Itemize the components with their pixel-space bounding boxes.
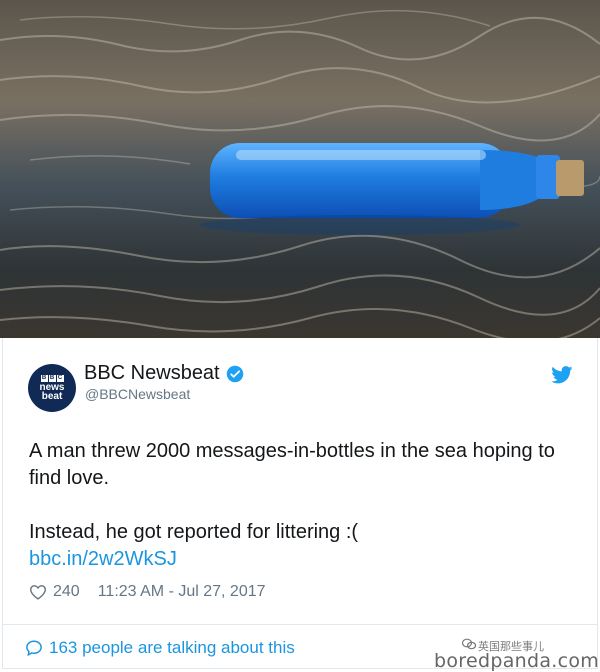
tweet-timestamp[interactable]: 11:23 AM - Jul 27, 2017 [98,583,266,601]
tweet-card[interactable]: B B C news beat BBC Newsbeat @BBCNewsbea… [2,338,598,669]
tweet-text-line1: A man threw 2000 messages-in-bottles in … [29,440,555,489]
watermark-site: boredpanda.com [434,650,600,672]
bottle-photo-illustration [0,0,600,338]
avatar[interactable]: B B C news beat [28,364,76,412]
tweet-text-line2: Instead, he got reported for littering :… [29,521,359,543]
tweet-link[interactable]: bbc.in/2w2WkSJ [29,548,177,570]
tweet-photo[interactable] [0,0,600,338]
bbc-logo-blocks: B B C [40,375,64,382]
display-name-text: BBC Newsbeat [84,362,220,384]
tweet-text: A man threw 2000 messages-in-bottles in … [29,438,579,573]
bbc-logo-c: C [56,375,64,382]
verified-badge-icon [226,365,243,382]
bbc-logo-b2: B [48,375,56,382]
twitter-bird-icon[interactable] [551,366,573,384]
speech-bubble-icon [26,640,42,657]
wechat-icon [462,638,476,650]
watermark: 英国那些事儿 boredpanda.com [430,638,600,672]
like-count[interactable]: 240 [53,583,80,601]
talking-text: 163 people are talking about this [49,638,295,657]
divider [3,624,597,625]
tweet-meta: 240 11:23 AM - Jul 27, 2017 [29,583,266,601]
conversation-link[interactable]: 163 people are talking about this [25,638,295,658]
heart-icon[interactable] [29,584,47,600]
user-handle[interactable]: @BBCNewsbeat [85,386,190,402]
bbc-logo-b1: B [40,375,48,382]
avatar-beat: beat [41,391,63,402]
display-name[interactable]: BBC Newsbeat [84,362,244,385]
